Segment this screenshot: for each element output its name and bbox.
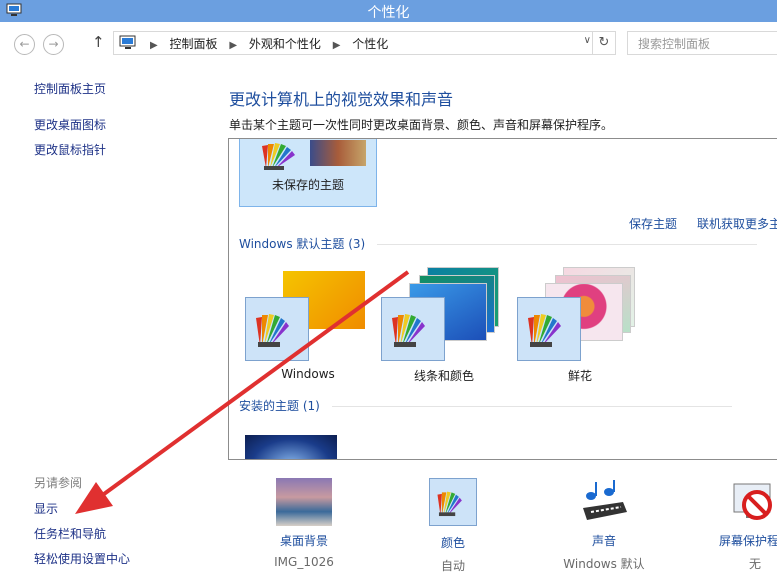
forward-button[interactable]: → <box>43 34 64 55</box>
window-title: 个性化 <box>367 5 410 21</box>
navigation-bar: ← → ↑ ▶ 控制面板 ▶ 外观和个性化 ▶ 个性化 ∨ ↻ 搜索控制面板 <box>0 22 777 62</box>
page-description: 单击某个主题可一次性同时更改桌面背景、颜色、声音和屏幕保护程序。 <box>229 118 614 132</box>
refresh-button[interactable]: ↻ <box>592 32 615 54</box>
breadcrumb-separator-icon: ▶ <box>229 40 238 51</box>
setting-label: 桌面背景 <box>279 534 328 548</box>
color-palette-icon <box>262 143 295 170</box>
search-input[interactable]: 搜索控制面板 <box>627 31 777 55</box>
breadcrumb-appearance[interactable]: 外观和个性化 <box>249 37 321 51</box>
color-palette-icon <box>245 297 309 361</box>
setting-label: 屏幕保护程序 <box>718 534 777 548</box>
setting-value: 无 <box>748 557 761 571</box>
desktop-background-setting[interactable]: 桌面背景 IMG_1026 <box>259 478 349 569</box>
taskbar-navigation-link[interactable]: 任务栏和导航 <box>34 525 106 542</box>
get-more-themes-link[interactable]: 联机获取更多主题 <box>697 215 777 232</box>
color-palette-icon <box>381 297 445 361</box>
theme-label: 鲜花 <box>567 369 592 383</box>
change-desktop-icons-link[interactable]: 更改桌面图标 <box>34 116 106 133</box>
desktop-background-thumbnail <box>276 478 332 526</box>
display-link[interactable]: 显示 <box>34 500 58 517</box>
see-also-label: 另请参阅 <box>34 476 83 490</box>
setting-value: IMG_1026 <box>274 555 334 569</box>
group-divider <box>331 406 732 407</box>
address-bar[interactable]: ▶ 控制面板 ▶ 外观和个性化 ▶ 个性化 ∨ ↻ <box>113 31 616 55</box>
setting-label: 声音 <box>591 534 616 548</box>
group-divider <box>377 244 758 245</box>
search-placeholder: 搜索控制面板 <box>638 37 711 51</box>
screen-saver-disabled-icon <box>733 483 772 520</box>
breadcrumb-separator-icon: ▶ <box>332 40 341 51</box>
theme-lines-and-colors[interactable]: 线条和颜色 <box>379 265 509 385</box>
breadcrumb-separator-icon: ▶ <box>150 40 158 51</box>
theme-windows[interactable]: Windows <box>243 269 367 385</box>
breadcrumb: ▶ 控制面板 ▶ 外观和个性化 ▶ 个性化 <box>142 35 388 52</box>
change-mouse-pointers-link[interactable]: 更改鼠标指针 <box>34 141 106 158</box>
theme-label: Windows <box>281 367 335 381</box>
save-theme-link[interactable]: 保存主题 <box>629 215 677 232</box>
setting-value: Windows 默认 <box>563 557 645 571</box>
sound-icon <box>583 480 627 520</box>
group-label: Windows 默认主题 (3) <box>239 237 366 251</box>
group-label: 安装的主题 (1) <box>239 399 320 413</box>
left-pane: 控制面板主页 更改桌面图标 更改鼠标指针 另请参阅 显示 任务栏和导航 轻松使用… <box>0 62 215 583</box>
setting-value: 自动 <box>440 559 465 573</box>
unsaved-theme[interactable]: 未保存的主题 <box>239 139 377 207</box>
chevron-down-icon[interactable]: ∨ <box>584 35 591 46</box>
ease-of-access-link[interactable]: 轻松使用设置中心 <box>34 550 130 567</box>
title-bar: 个性化 <box>0 0 777 22</box>
sound-setting[interactable]: 声音 Windows 默认 <box>554 478 654 572</box>
page-title: 更改计算机上的视觉效果和声音 <box>229 90 454 109</box>
installed-theme-thumbnail[interactable] <box>245 435 337 459</box>
setting-label: 颜色 <box>440 536 465 550</box>
color-palette-icon <box>517 297 581 361</box>
color-palette-icon <box>429 478 477 526</box>
default-themes-group: Windows 默认主题 (3) <box>239 235 758 252</box>
control-panel-home-link[interactable]: 控制面板主页 <box>34 80 106 97</box>
theme-label: 线条和颜色 <box>413 369 474 383</box>
control-panel-icon <box>119 35 136 49</box>
theme-gallery: 未保存的主题 保存主题 联机获取更多主题 Windows 默认主题 (3) Wi… <box>228 138 777 460</box>
breadcrumb-personalization[interactable]: 个性化 <box>352 37 388 51</box>
color-setting[interactable]: 颜色 自动 <box>408 478 498 574</box>
installed-themes-group: 安装的主题 (1) <box>239 397 732 414</box>
theme-flowers[interactable]: 鲜花 <box>515 265 645 385</box>
screen-saver-setting[interactable]: 屏幕保护程序 无 <box>712 478 777 572</box>
breadcrumb-control-panel[interactable]: 控制面板 <box>170 37 218 51</box>
theme-label: 未保存的主题 <box>271 178 344 192</box>
theme-wallpaper-thumbnail <box>310 140 366 166</box>
back-button[interactable]: ← <box>14 34 35 55</box>
up-button[interactable]: ↑ <box>92 33 105 51</box>
